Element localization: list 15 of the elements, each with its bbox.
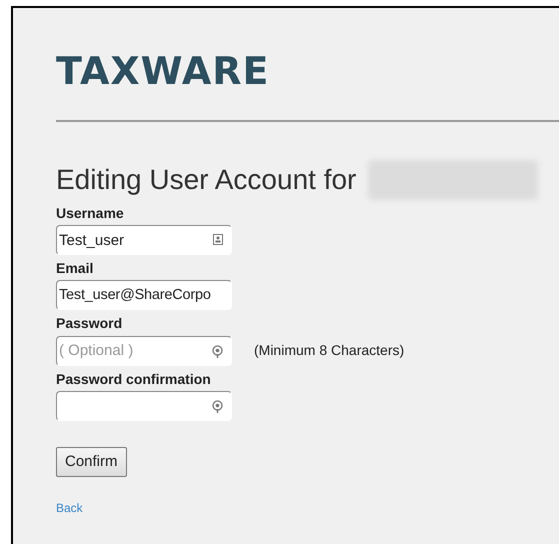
- input-field[interactable]: Test_user@ShareCorpo: [56, 280, 232, 310]
- password-field[interactable]: [56, 390, 232, 421]
- field-label: Password: [56, 314, 124, 333]
- field-label: Email: [56, 259, 94, 278]
- password-field[interactable]: ( Optional ): [56, 336, 232, 366]
- page-heading: Editing User Account for: [56, 163, 356, 197]
- input-field[interactable]: Test_user: [56, 225, 232, 256]
- confirm-button[interactable]: Confirm: [56, 446, 127, 478]
- contact-card-icon: [213, 234, 223, 246]
- field-label: Password confirmation: [56, 370, 212, 388]
- field-label: Username: [56, 204, 125, 222]
- key-icon: [212, 344, 223, 358]
- logo: TAXWARE: [56, 52, 271, 90]
- hint-text: (Minimum 8 Characters): [254, 341, 404, 360]
- key-icon: [212, 400, 223, 413]
